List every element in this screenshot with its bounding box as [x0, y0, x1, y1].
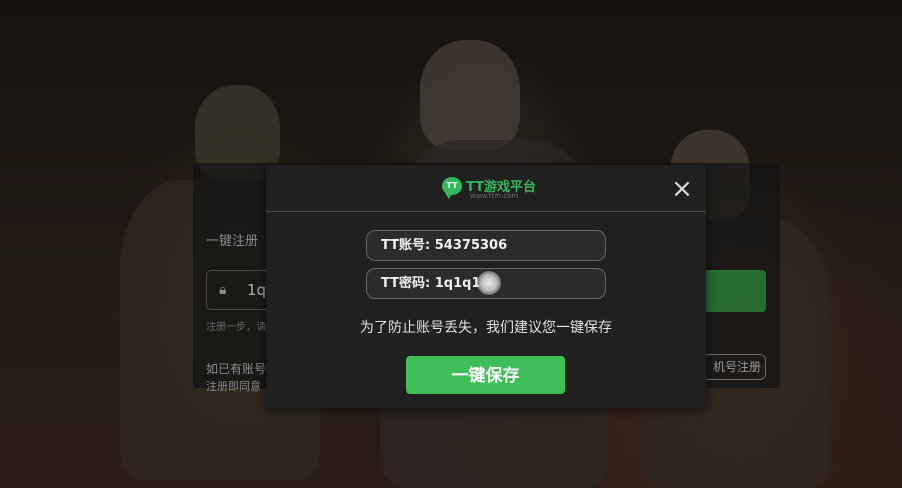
background-agreement: 注册即同意	[206, 380, 261, 393]
header-divider	[266, 211, 706, 212]
background-panel-title: 一键注册	[206, 234, 259, 249]
background-hint: 注册一步，请	[206, 322, 266, 333]
save-hint-text: 为了防止账号丢失，我们建议您一键保存	[360, 320, 612, 336]
touch-indicator	[477, 271, 501, 295]
lock-icon: 🔒︎	[219, 282, 227, 298]
background-login-prompt: 如已有账号	[206, 362, 267, 376]
character-head-center	[420, 40, 520, 150]
account-display-field: TT账号: 54375306	[366, 230, 606, 261]
modal-header: TT TT游戏平台 www.ttm.com ×	[266, 165, 706, 211]
background-password-value: 1q	[247, 281, 267, 299]
save-account-modal: TT TT游戏平台 www.ttm.com × TT账号: 54375306 T…	[266, 165, 706, 408]
save-button[interactable]: 一键保存	[406, 356, 565, 394]
close-icon[interactable]: ×	[668, 175, 696, 203]
tt-logo-icon: TT	[442, 177, 462, 199]
background-phone-register-button: 机号注册	[702, 354, 766, 380]
logo-url: www.ttm.com	[470, 192, 519, 200]
background-register-button	[700, 270, 766, 312]
